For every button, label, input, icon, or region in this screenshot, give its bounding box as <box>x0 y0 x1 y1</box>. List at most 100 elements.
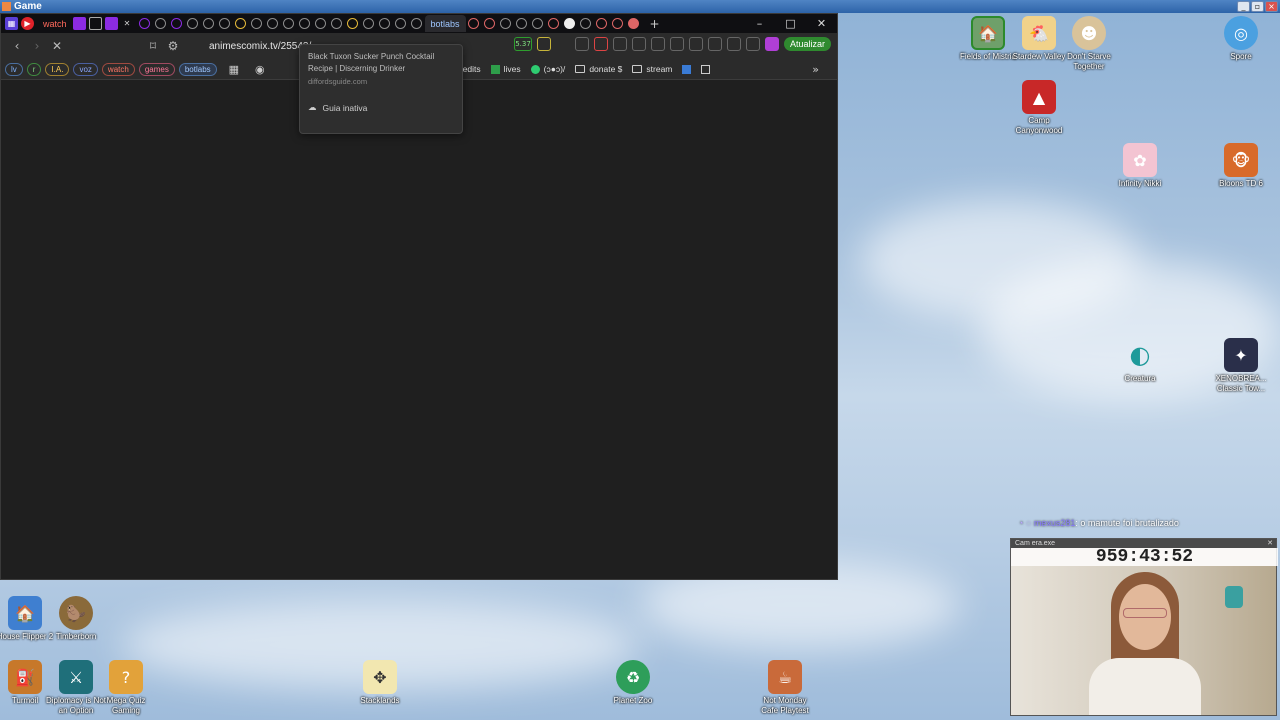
forward-icon[interactable]: › <box>27 39 47 53</box>
app-logo-icon <box>2 2 11 11</box>
extension-icon[interactable] <box>536 37 551 51</box>
bookmark-voz[interactable]: voz <box>73 62 98 76</box>
tab-watch[interactable]: watch <box>37 15 73 32</box>
apps-grid-icon[interactable]: ▦ <box>229 63 239 76</box>
more-bookmarks-icon[interactable]: » <box>812 63 819 76</box>
stop-loading-icon[interactable]: ✕ <box>47 39 67 53</box>
tab-icon[interactable] <box>516 18 528 29</box>
desktop-icon-label: Don't Starve Together <box>1067 52 1111 71</box>
desktop-icon-spore[interactable]: ◎ Spore <box>1211 16 1271 62</box>
tab-icon[interactable] <box>532 18 544 29</box>
screenshot-extension-icon[interactable] <box>631 37 646 51</box>
not-monday-cafe-icon: ☕ <box>768 660 802 694</box>
leo-ai-icon[interactable] <box>726 37 741 51</box>
desktop-icon-label: Timberborn <box>55 632 97 641</box>
shield-icon[interactable] <box>745 37 760 51</box>
desktop-icon-timberborn[interactable]: 🦫 Timberborn <box>46 596 106 642</box>
tab-icon[interactable] <box>171 18 183 29</box>
tab-botlabs[interactable]: botlabs <box>424 15 466 32</box>
tab-icon[interactable] <box>203 18 215 29</box>
bookmark-emoticon[interactable]: (ↄ●ↄ)/ <box>530 64 565 74</box>
extension-icon[interactable] <box>612 37 627 51</box>
bookmark-lv[interactable]: lv <box>5 62 23 76</box>
drive-tab-icon[interactable] <box>347 18 359 29</box>
url-field[interactable]: animescomix.tv/25543/ <box>209 41 311 52</box>
twitch-tab-icon[interactable] <box>72 17 86 30</box>
webcam-close-icon[interactable]: ✕ <box>1267 539 1273 548</box>
site-info-icon[interactable]: ⚙ <box>163 39 183 53</box>
new-tab-button[interactable]: + <box>650 17 660 31</box>
tab-icon[interactable] <box>596 18 608 29</box>
desktop-icon-bloons-td6[interactable]: 🐵 Bloons TD 6 <box>1211 143 1271 189</box>
tab-icon[interactable] <box>267 18 279 29</box>
tab-icon[interactable] <box>564 18 576 29</box>
outer-minimize-button[interactable]: _ <box>1237 1 1250 12</box>
bookmark-lives[interactable]: lives <box>490 64 521 74</box>
extension-icon[interactable] <box>574 37 589 51</box>
desktop-icon-dont-starve-together[interactable]: ☻ Don't Starve Together <box>1059 16 1119 72</box>
desktop-icon-xenobreaker[interactable]: ✦ XENOBREA... Classic Tow... <box>1211 338 1271 394</box>
tab-icon[interactable] <box>612 18 624 29</box>
bookmark-ia[interactable]: I.A. <box>45 62 70 76</box>
profile-icon[interactable] <box>764 37 779 51</box>
tab-icon[interactable] <box>88 17 102 30</box>
bookmark-watch[interactable]: watch <box>101 62 135 76</box>
sidebar-icon[interactable] <box>688 37 703 51</box>
tab-icon[interactable] <box>251 18 263 29</box>
tab-icon[interactable] <box>500 18 512 29</box>
bookmark-r[interactable]: r <box>26 62 42 76</box>
webcam-window[interactable]: Cam era.exe ✕ 959:43:52 <box>1010 538 1278 716</box>
bookmark-botlabs[interactable]: botlabs <box>178 62 217 76</box>
tab-icon[interactable] <box>187 18 199 29</box>
wallet-icon[interactable] <box>707 37 722 51</box>
outer-maximize-button[interactable]: ▫ <box>1251 1 1264 12</box>
tab-icon[interactable] <box>139 18 151 29</box>
outer-close-button[interactable]: × <box>1265 1 1278 12</box>
desktop-icon-camp-canyonwood[interactable]: ▲ Camp Canyonwood <box>1009 80 1069 136</box>
tab-icon[interactable] <box>283 18 295 29</box>
back-icon[interactable]: ‹ <box>7 39 27 53</box>
desktop-icon-mega-quiz[interactable]: ? Mega Quiz Gaming <box>96 660 156 716</box>
bookmark-folder-stream[interactable]: stream <box>632 64 672 74</box>
download-icon[interactable] <box>669 37 684 51</box>
bookmark-icon-item[interactable] <box>682 64 692 74</box>
tab-icon[interactable] <box>411 18 423 29</box>
tab-close-icon[interactable]: ✕ <box>121 17 134 30</box>
browser-menu-icon[interactable]: ▦ <box>5 17 18 30</box>
brave-tab-icon[interactable] <box>628 18 640 29</box>
badge-extension-icon[interactable]: 5.37 <box>513 37 532 51</box>
bookmark-icon[interactable]: ⌑ <box>143 39 163 53</box>
drive-tab-icon[interactable] <box>235 18 247 29</box>
tab-icon[interactable] <box>155 18 167 29</box>
tab-icon[interactable] <box>468 18 480 29</box>
tab-icon[interactable] <box>484 18 496 29</box>
bookmark-icon-item[interactable] <box>701 64 711 74</box>
desktop-icon-planet-zoo[interactable]: ♻ Planet Zoo <box>603 660 663 706</box>
tab-icon[interactable] <box>580 18 592 29</box>
tab-icon[interactable] <box>395 18 407 29</box>
bookmark-games[interactable]: games <box>138 62 175 76</box>
maximize-button[interactable]: □ <box>775 14 806 33</box>
tab-icon[interactable] <box>219 18 231 29</box>
youtube-tab-icon[interactable]: ▶ <box>21 17 34 30</box>
tab-icon[interactable] <box>331 18 343 29</box>
minimize-button[interactable]: – <box>744 14 775 33</box>
chrome-web-icon[interactable]: ◉ <box>255 63 265 76</box>
tab-icon[interactable] <box>379 18 391 29</box>
desktop-icon-not-monday-cafe[interactable]: ☕ Not Monday Cafe Playtest <box>755 660 815 716</box>
extensions-puzzle-icon[interactable] <box>650 37 665 51</box>
close-button[interactable]: ✕ <box>806 14 837 33</box>
stacklands-icon: ✥ <box>363 660 397 694</box>
desktop-icon-stacklands[interactable]: ✥ Stacklands <box>350 660 410 706</box>
record-extension-icon[interactable] <box>593 37 608 51</box>
update-button[interactable]: Atualizar <box>783 37 831 51</box>
tab-icon[interactable] <box>363 18 375 29</box>
bookmark-folder-donate[interactable]: donate $ <box>575 64 622 74</box>
tab-icon[interactable] <box>315 18 327 29</box>
tab-icon[interactable] <box>299 18 311 29</box>
twitch-tab-icon[interactable] <box>104 17 118 30</box>
extension-icon[interactable] <box>556 37 570 51</box>
tab-icon[interactable] <box>548 18 560 29</box>
desktop-icon-infinity-nikki[interactable]: ✿ Infinity Nikki <box>1110 143 1170 189</box>
desktop-icon-creatura[interactable]: ◐ Creatura <box>1110 338 1170 384</box>
